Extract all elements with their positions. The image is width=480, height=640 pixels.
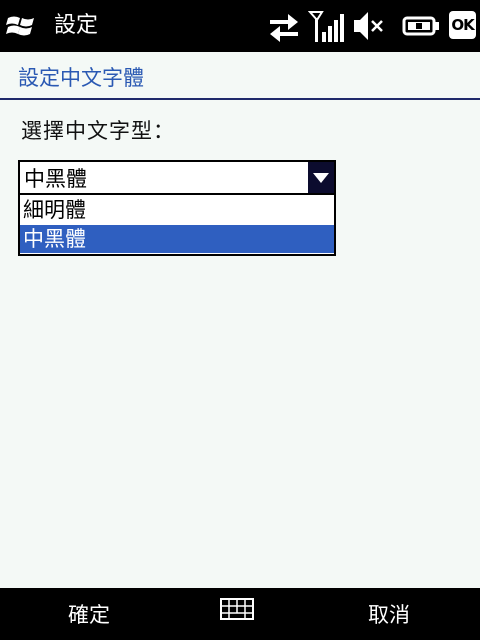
font-select-label: 選擇中文字型：	[21, 119, 175, 143]
dropdown-option-mingliu[interactable]: 細明體	[20, 196, 334, 224]
signal-icon[interactable]	[308, 8, 348, 44]
softkey-bar: 確定 取消	[0, 588, 480, 640]
ok-button[interactable]: OK	[449, 11, 476, 39]
confirm-softkey[interactable]: 確定	[68, 600, 110, 630]
dropdown-arrow-button[interactable]	[308, 162, 334, 193]
keyboard-icon[interactable]	[220, 598, 254, 622]
combobox-selected-value: 中黑體	[24, 167, 87, 191]
chevron-down-icon	[313, 173, 329, 183]
title-bar: 設定 OK	[0, 0, 480, 52]
volume-muted-icon[interactable]	[352, 8, 384, 44]
cancel-softkey[interactable]: 取消	[368, 600, 410, 630]
app-title: 設定	[54, 13, 99, 38]
dropdown-option-heiti[interactable]: 中黑體	[20, 225, 334, 253]
header-divider	[0, 98, 480, 100]
font-combobox[interactable]: 中黑體	[18, 160, 336, 195]
font-dropdown-list: 細明體 中黑體	[18, 195, 336, 256]
battery-charging-icon[interactable]	[402, 8, 442, 44]
windows-start-icon[interactable]	[6, 12, 38, 40]
connectivity-icon[interactable]	[266, 8, 302, 44]
page-title: 設定中文字體	[18, 66, 144, 90]
